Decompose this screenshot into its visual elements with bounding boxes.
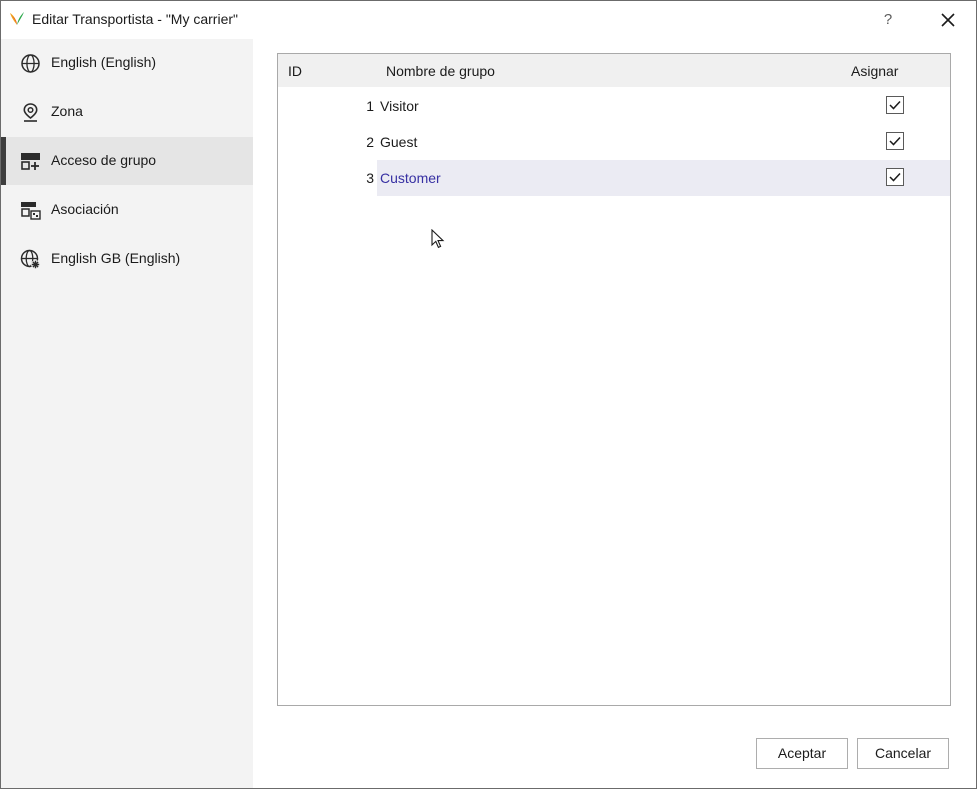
cancel-button[interactable]: Cancelar: [857, 738, 949, 769]
table-row[interactable]: 1 Visitor: [278, 88, 950, 124]
mouse-cursor-icon: [431, 229, 445, 249]
window-title: Editar Transportista - "My carrier": [32, 11, 238, 27]
column-header-assign[interactable]: Asignar: [851, 63, 898, 79]
sidebar-item-label: Zona: [51, 103, 83, 119]
group-access-icon: [21, 153, 40, 170]
sidebar-item-english[interactable]: English (English): [1, 39, 253, 87]
checkmark-icon: [889, 100, 901, 110]
location-pin-icon: [23, 103, 38, 122]
sidebar: English (English) Zona Acceso de grupo A…: [1, 39, 253, 788]
row-id: 2: [366, 134, 374, 150]
assign-checkbox[interactable]: [886, 96, 904, 114]
globe-settings-icon: [20, 249, 40, 269]
row-highlight: [377, 160, 950, 196]
sidebar-item-acceso-de-grupo[interactable]: Acceso de grupo: [1, 137, 253, 185]
row-group-name: Customer: [380, 170, 441, 186]
dialog-window: Editar Transportista - "My carrier" ? En…: [0, 0, 977, 789]
column-header-id[interactable]: ID: [288, 63, 302, 79]
group-access-grid: ID Nombre de grupo Asignar 1 Visitor 2 G…: [277, 53, 951, 706]
selection-indicator: [1, 137, 6, 185]
association-icon: [21, 202, 41, 220]
assign-checkbox[interactable]: [886, 132, 904, 150]
column-header-name[interactable]: Nombre de grupo: [386, 63, 495, 79]
title-bar: Editar Transportista - "My carrier" ?: [1, 1, 976, 39]
help-button[interactable]: ?: [873, 6, 903, 34]
row-group-name: Guest: [380, 134, 418, 150]
sidebar-item-zona[interactable]: Zona: [1, 88, 253, 136]
sidebar-item-label: Acceso de grupo: [51, 152, 157, 168]
row-group-name: Visitor: [380, 98, 419, 114]
sidebar-item-label: English (English): [51, 54, 157, 70]
grid-header: ID Nombre de grupo Asignar: [278, 54, 950, 87]
accept-button[interactable]: Aceptar: [756, 738, 848, 769]
sidebar-item-asociacion[interactable]: Asociación: [1, 186, 253, 234]
table-row[interactable]: 2 Guest: [278, 124, 950, 160]
checkmark-icon: [889, 172, 901, 182]
row-id: 3: [366, 170, 374, 186]
table-row[interactable]: 3 Customer: [278, 160, 950, 196]
close-button[interactable]: [931, 6, 965, 34]
assign-checkbox[interactable]: [886, 168, 904, 186]
sidebar-item-label: English GB (English): [51, 250, 181, 266]
sidebar-item-english-gb[interactable]: English GB (English): [1, 235, 253, 283]
sidebar-item-label: Asociación: [51, 201, 119, 217]
row-id: 1: [366, 98, 374, 114]
app-logo-icon: [10, 12, 24, 25]
close-icon: [941, 13, 955, 27]
globe-icon: [21, 54, 40, 73]
checkmark-icon: [889, 136, 901, 146]
